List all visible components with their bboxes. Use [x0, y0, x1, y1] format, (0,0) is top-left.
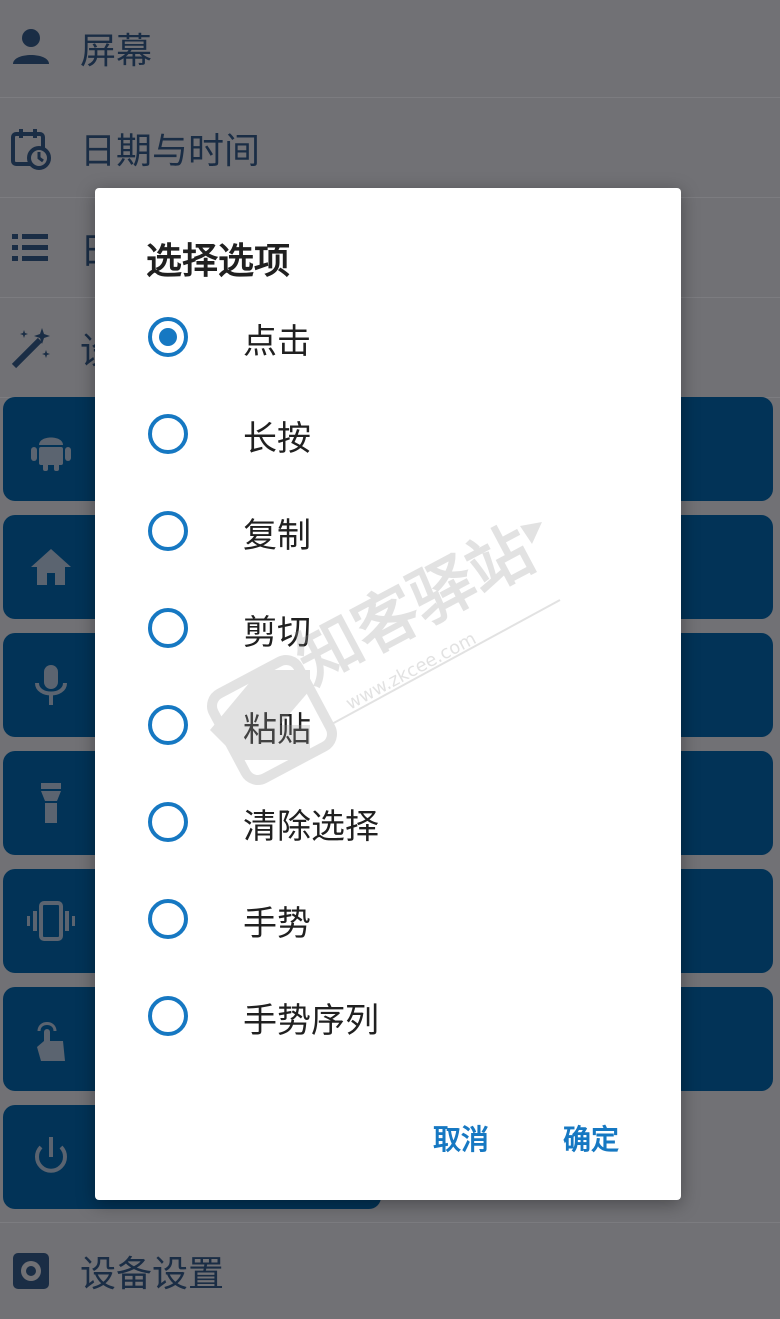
power-icon	[35, 1137, 67, 1173]
list-row-label: 屏幕	[80, 31, 153, 72]
screen: 屏幕 日期与时间 日 设	[0, 0, 780, 1319]
magic-wand-icon	[11, 328, 50, 369]
list-row-screen[interactable]: 屏幕	[0, 0, 780, 98]
person-icon	[13, 29, 49, 64]
option-label: 手势序列	[243, 1001, 379, 1041]
radio-checked-icon[interactable]	[148, 317, 188, 357]
option-cut[interactable]: 剪切	[95, 587, 681, 684]
radio-unchecked-icon[interactable]	[148, 608, 188, 648]
option-label: 复制	[243, 516, 311, 556]
vibrate-icon	[27, 901, 75, 941]
option-label: 手势	[243, 904, 311, 944]
list-row-device-settings[interactable]: 设备设置	[0, 1222, 780, 1319]
ok-button[interactable]: 确定	[563, 1118, 619, 1158]
select-option-dialog: 选择选项 点击 长按 复制 剪切 粘贴 清除选择 手势 手势序列 取消 确定	[95, 188, 681, 1200]
calendar-clock-icon	[11, 129, 51, 170]
option-label: 粘贴	[243, 710, 311, 750]
option-label: 点击	[243, 322, 311, 362]
home-icon	[31, 549, 71, 585]
cancel-button[interactable]: 取消	[433, 1118, 489, 1158]
option-copy[interactable]: 复制	[95, 490, 681, 587]
flashlight-icon	[41, 783, 61, 823]
radio-unchecked-icon[interactable]	[148, 802, 188, 842]
radio-unchecked-icon[interactable]	[148, 996, 188, 1036]
list-row-label: 设备设置	[80, 1254, 225, 1295]
option-gesture-sequence[interactable]: 手势序列	[95, 975, 681, 1072]
option-label: 清除选择	[243, 807, 379, 847]
microphone-icon	[35, 665, 67, 705]
touch-icon	[37, 1022, 65, 1061]
option-label: 长按	[243, 419, 311, 459]
android-icon	[31, 437, 71, 471]
radio-unchecked-icon[interactable]	[148, 899, 188, 939]
gear-icon	[13, 1253, 49, 1289]
radio-unchecked-icon[interactable]	[148, 705, 188, 745]
option-clear-selection[interactable]: 清除选择	[95, 781, 681, 878]
option-paste[interactable]: 粘贴	[95, 684, 681, 781]
option-long-press[interactable]: 长按	[95, 393, 681, 490]
list-row-date-time[interactable]: 日期与时间	[0, 100, 780, 198]
option-gesture[interactable]: 手势	[95, 878, 681, 975]
list-icon	[12, 234, 48, 261]
option-label: 剪切	[243, 613, 311, 653]
option-click[interactable]: 点击	[95, 296, 681, 393]
dialog-title: 选择选项	[146, 241, 291, 282]
radio-unchecked-icon[interactable]	[148, 414, 188, 454]
radio-unchecked-icon[interactable]	[148, 511, 188, 551]
list-row-label: 日期与时间	[80, 131, 261, 172]
